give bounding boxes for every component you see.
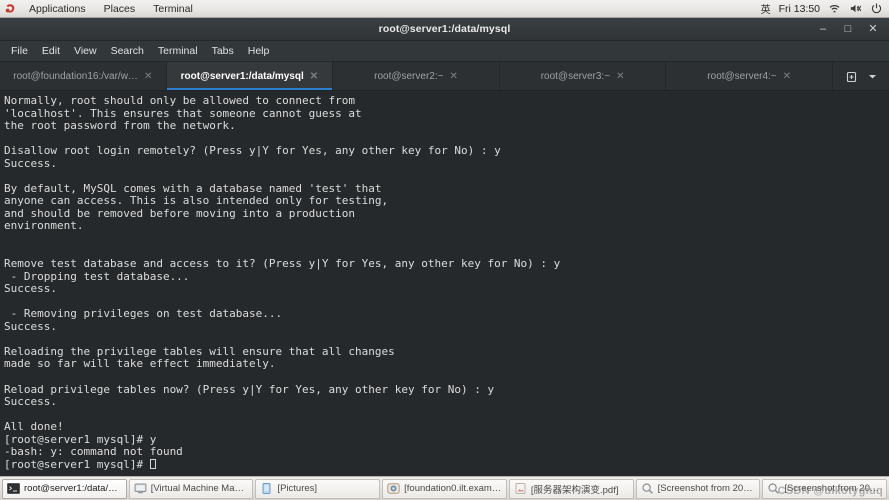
- taskbar-item-label: [Virtual Machine Manag...: [150, 483, 249, 494]
- taskbar-item-pdf[interactable]: [服务器架构演变.pdf]: [508, 478, 634, 499]
- window-controls: – □ ✕: [817, 18, 885, 40]
- tab-server2[interactable]: root@server2:~ ✕: [333, 62, 500, 90]
- chevron-down-icon[interactable]: [868, 72, 877, 81]
- menubar: File Edit View Search Terminal Tabs Help: [0, 41, 889, 62]
- tab-tools: [833, 62, 889, 90]
- pdf-icon: [514, 482, 527, 495]
- taskbar-item-label: [服务器架构演变.pdf]: [530, 484, 619, 496]
- terminal-scrollback: Normally, root should only be allowed to…: [4, 94, 561, 459]
- taskbar-item-pictures[interactable]: [Pictures]: [255, 478, 381, 499]
- image-viewer-icon: [767, 482, 780, 495]
- taskbar-item-foundation0[interactable]: [foundation0.ilt.exampl...: [382, 478, 507, 499]
- close-button[interactable]: ✕: [867, 23, 879, 35]
- menu-edit[interactable]: Edit: [35, 41, 67, 61]
- topbar-menu-places[interactable]: Places: [95, 0, 145, 18]
- menu-file[interactable]: File: [4, 41, 35, 61]
- maximize-button[interactable]: □: [842, 23, 854, 35]
- menu-search[interactable]: Search: [104, 41, 151, 61]
- taskbar-item-terminal[interactable]: root@server1:/data/m...: [2, 478, 127, 499]
- tab-close-icon[interactable]: ✕: [449, 71, 457, 82]
- taskbar-item-label: [foundation0.ilt.exampl...: [404, 483, 502, 494]
- tab-label: root@server3:~: [540, 70, 611, 82]
- tab-label: root@server1:/data/mysql: [180, 70, 304, 82]
- taskbar-item-label: [Pictures]: [277, 483, 318, 494]
- taskbar-item-virtual-machine-manager[interactable]: [Virtual Machine Manag...: [128, 478, 254, 499]
- taskbar-item-label: root@server1:/data/m...: [24, 483, 122, 494]
- window-titlebar[interactable]: root@server1:/data/mysql – □ ✕: [0, 18, 889, 41]
- menu-view[interactable]: View: [67, 41, 104, 61]
- tab-bar: root@foundation16:/var/w… ✕ root@server1…: [0, 62, 889, 91]
- power-icon[interactable]: [870, 2, 883, 15]
- terminal-prompt-line: [root@server1 mysql]#: [4, 457, 889, 472]
- vmm-icon: [134, 482, 147, 495]
- tab-label: root@server2:~: [374, 70, 444, 82]
- folder-icon: [260, 482, 273, 495]
- taskbar-item-label: [Screenshot from 202...: [657, 483, 756, 494]
- minimize-button[interactable]: –: [817, 23, 829, 35]
- tab-label: root@foundation16:/var/w…: [13, 70, 138, 82]
- fedora-logo-icon[interactable]: [0, 3, 20, 15]
- input-method-indicator[interactable]: 英: [761, 1, 771, 16]
- window-list-taskbar: root@server1:/data/m... [Virtual Machine…: [0, 476, 889, 500]
- terminal-icon: [7, 482, 20, 495]
- taskbar-item-screenshot-1[interactable]: [Screenshot from 202...: [635, 478, 761, 499]
- desktop-screen: Applications Places Terminal 英 Fri 13:50: [0, 0, 889, 500]
- clock[interactable]: Fri 13:50: [779, 3, 820, 15]
- window-title: root@server1:/data/mysql: [378, 23, 511, 35]
- vm-icon: [387, 482, 400, 495]
- tab-label: root@server4:~: [707, 70, 777, 82]
- terminal-window: root@server1:/data/mysql – □ ✕ File Edit…: [0, 18, 889, 479]
- volume-muted-icon[interactable]: [849, 2, 862, 15]
- tab-server4[interactable]: root@server4:~ ✕: [666, 62, 833, 90]
- text-cursor: [149, 458, 156, 469]
- tab-close-icon[interactable]: ✕: [310, 71, 318, 82]
- tab-close-icon[interactable]: ✕: [616, 71, 624, 82]
- image-viewer-icon: [641, 482, 654, 495]
- terminal-output-area[interactable]: Normally, root should only be allowed to…: [0, 91, 889, 479]
- taskbar-item-label: [Screenshot from 202...: [784, 483, 883, 494]
- tab-close-icon[interactable]: ✕: [783, 71, 791, 82]
- topbar-menu-applications[interactable]: Applications: [20, 0, 95, 18]
- new-tab-icon[interactable]: [845, 70, 858, 83]
- tab-server3[interactable]: root@server3:~ ✕: [500, 62, 667, 90]
- topbar-menu-terminal[interactable]: Terminal: [144, 0, 202, 18]
- tab-close-icon[interactable]: ✕: [144, 71, 152, 82]
- topbar-status-area: 英 Fri 13:50: [761, 1, 889, 16]
- tab-server1[interactable]: root@server1:/data/mysql ✕: [166, 62, 334, 90]
- tab-foundation16[interactable]: root@foundation16:/var/w… ✕: [0, 62, 167, 90]
- shell-prompt: [root@server1 mysql]#: [4, 457, 150, 471]
- taskbar-item-screenshot-2[interactable]: [Screenshot from 202...: [762, 478, 888, 499]
- menu-help[interactable]: Help: [241, 41, 277, 61]
- wifi-icon[interactable]: [828, 2, 841, 15]
- menu-tabs[interactable]: Tabs: [205, 41, 241, 61]
- menu-terminal[interactable]: Terminal: [151, 41, 205, 61]
- gnome-top-panel: Applications Places Terminal 英 Fri 13:50: [0, 0, 889, 18]
